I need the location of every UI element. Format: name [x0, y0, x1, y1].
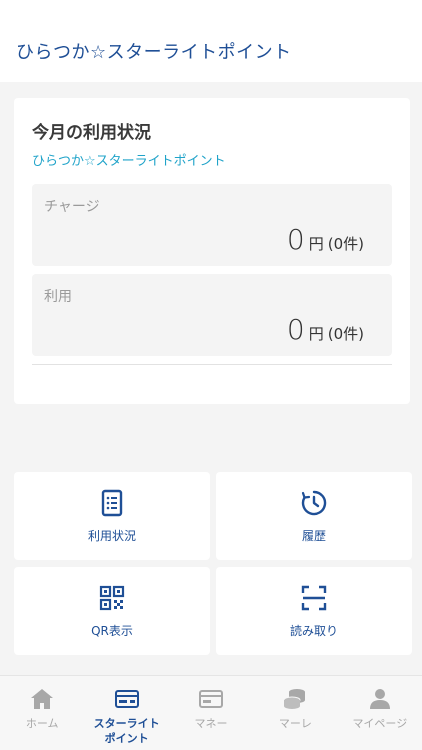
usage-status-label: 利用状況 [87, 528, 136, 543]
tab-mypage[interactable]: マイページ [338, 676, 422, 750]
qr-code-icon [99, 585, 125, 610]
usage-card-title: 今月の利用状況 [32, 123, 151, 143]
tab-starlight-label-line1: スターライト [93, 717, 160, 730]
use-summary: 利用 0 円 (0件) [32, 274, 392, 356]
clock-history-icon [301, 490, 327, 515]
point-program-name: ひらつか☆スターライトポイント [32, 154, 226, 169]
tab-mare[interactable]: マーレ [253, 676, 337, 750]
qr-display-button[interactable]: QR表示 [14, 567, 210, 655]
history-button[interactable]: 履歴 [216, 472, 412, 560]
charge-value: 0 円 (0件) [287, 223, 364, 256]
use-label: 利用 [44, 289, 72, 305]
divider [32, 364, 392, 365]
tab-starlight-label: スターライト ポイント [94, 716, 160, 746]
home-icon [31, 689, 54, 709]
money-card-icon [199, 690, 224, 708]
charge-summary: チャージ 0 円 (0件) [32, 184, 392, 266]
history-label: 履歴 [301, 528, 326, 543]
document-list-icon [101, 489, 123, 516]
page-title: ひらつか☆スターライトポイント [16, 42, 292, 63]
use-unit: 円 [308, 325, 324, 343]
tab-starlight-label-line2: ポイント [104, 732, 149, 745]
use-count: (0件) [327, 325, 364, 343]
usage-status-button[interactable]: 利用状況 [14, 472, 210, 560]
card-icon [114, 690, 139, 708]
bottom-tab-bar: ホーム スターライト ポイント マネー マーレ マイページ [0, 675, 422, 750]
tab-money[interactable]: マネー [169, 676, 253, 750]
use-value: 0 円 (0件) [287, 313, 364, 346]
tab-money-label: マネー [194, 717, 228, 730]
charge-count: (0件) [327, 235, 364, 253]
tab-home[interactable]: ホーム [0, 676, 84, 750]
charge-unit: 円 [308, 235, 324, 253]
charge-amount: 0 [286, 223, 305, 256]
qr-display-label: QR表示 [91, 623, 133, 638]
scan-button[interactable]: 読み取り [216, 567, 412, 655]
tab-mare-label: マーレ [278, 717, 312, 730]
charge-label: チャージ [44, 199, 100, 215]
tab-mypage-label: マイページ [352, 717, 408, 730]
tab-starlight-point[interactable]: スターライト ポイント [84, 676, 168, 750]
scan-label: 読み取り [289, 623, 338, 638]
scan-frame-icon [301, 585, 327, 610]
monthly-usage-card: 今月の利用状況 ひらつか☆スターライトポイント チャージ 0 円 (0件) 利用… [14, 98, 410, 404]
use-amount: 0 [286, 313, 305, 346]
app-header: ひらつか☆スターライトポイント [0, 0, 422, 82]
tab-home-label: ホーム [25, 717, 59, 730]
user-icon [369, 689, 390, 709]
coins-icon [283, 689, 306, 709]
